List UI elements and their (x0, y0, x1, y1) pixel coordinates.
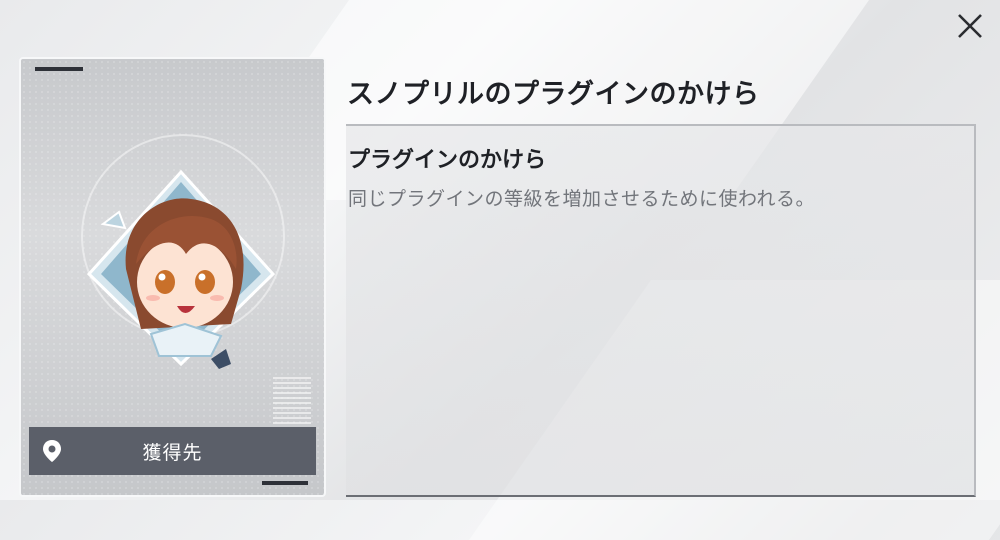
card-accent-bar (262, 481, 308, 485)
close-button[interactable] (954, 10, 986, 42)
card-accent-bar (35, 67, 83, 71)
close-icon (958, 14, 982, 38)
item-card: 獲得先 (19, 57, 326, 497)
character-portrait (86, 169, 276, 369)
item-description: 同じプラグインの等級を増加させるために使われる。 (348, 188, 816, 210)
acquisition-button[interactable]: 獲得先 (29, 427, 316, 475)
location-pin-icon (43, 440, 61, 462)
acquisition-label: 獲得先 (142, 441, 203, 464)
card-grid-decoration (273, 377, 311, 429)
item-name: プラグインのかけら (348, 148, 547, 173)
item-title: スノプリルのプラグインのかけら (347, 79, 760, 110)
description-panel: プラグインのかけら 同じプラグインの等級を増加させるために使われる。 (346, 124, 976, 497)
